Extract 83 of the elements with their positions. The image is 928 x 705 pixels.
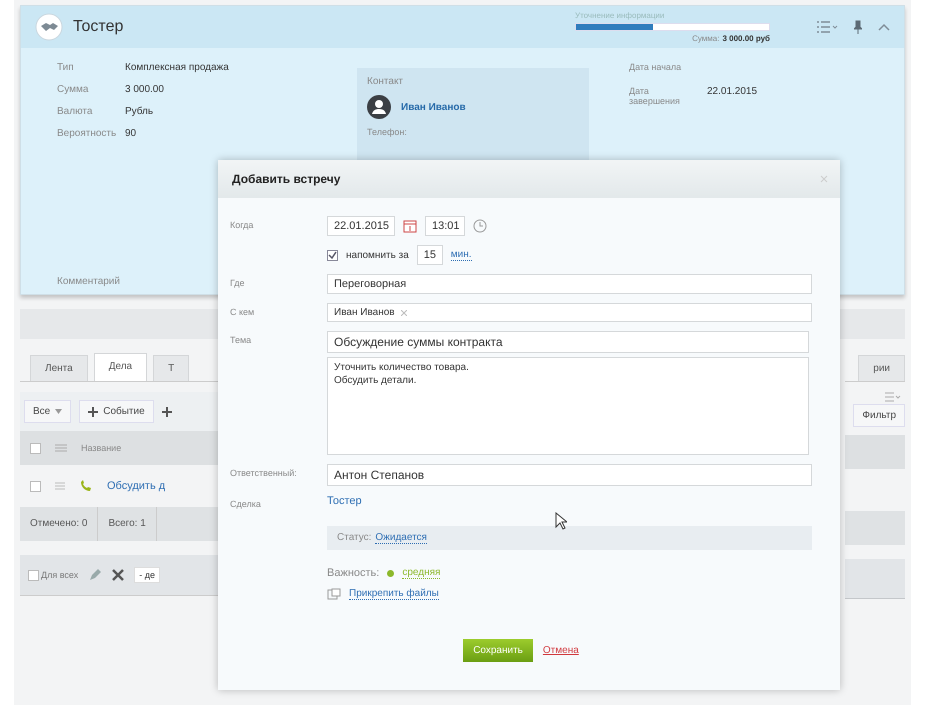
reminder-label: напомнить за [346,250,409,260]
deal-link[interactable]: Тостер [327,495,812,507]
tab[interactable]: рии [858,355,905,381]
for-all-label: Для всех [41,570,78,580]
cursor-icon [555,512,567,530]
close-icon[interactable] [820,175,828,183]
comment-label: Комментарий [57,276,120,287]
field-label: Валюта [57,106,94,117]
attach-icon[interactable] [327,588,341,600]
filter-button[interactable]: Фильтр [853,404,905,427]
participants-field[interactable]: Иван Иванов [327,303,812,322]
for-all-checkbox[interactable] [28,570,39,580]
row-checkbox[interactable] [30,480,41,492]
table-footer [845,511,905,545]
select-all-checkbox[interactable] [30,442,41,454]
sum-label: Сумма: [692,34,720,43]
field-label: Тип [57,62,75,73]
field-label: Тема [230,334,252,345]
date-field[interactable]: 22.01.2015 [327,216,395,236]
stage-label: Уточнение информации [575,11,666,20]
remove-icon[interactable] [400,310,407,316]
cancel-link[interactable]: Отмена [542,645,579,656]
responsible-field[interactable]: Антон Степанов [327,464,812,486]
reminder-minutes-field[interactable]: 15 [416,245,443,265]
time-field[interactable]: 13:01 [425,216,465,236]
date-label: Дата начала [629,62,682,72]
field-label: Сделка [230,498,262,509]
actions-bar [845,559,905,599]
collapse-icon[interactable] [878,23,890,31]
location-field[interactable]: Переговорная [327,274,812,294]
date-label: Дата завершения [629,86,681,106]
table-header [845,435,905,469]
add-event-button[interactable]: Событие [79,400,154,423]
total-count: Всего: 1 [98,507,157,541]
field-label: Вероятность [57,128,118,139]
calendar-icon[interactable] [403,219,417,233]
reminder-checkbox[interactable] [327,250,338,260]
status-link[interactable]: Ожидается [375,532,427,544]
tab[interactable]: Лента [30,355,88,381]
plus-icon [88,406,98,416]
tab[interactable]: Т [153,355,190,381]
priority-label: Важность: [327,567,380,579]
phone-label: Телефон: [367,127,408,137]
description-field[interactable]: Уточнить количество товара. Обсудить детали. [327,357,809,455]
plus-icon[interactable] [162,406,172,416]
pin-icon[interactable] [854,20,862,34]
contact-heading: Контакт [367,76,404,87]
date-value: 22.01.2015 [707,86,758,97]
clock-icon[interactable] [473,219,487,233]
priority-dot-icon [387,570,394,576]
field-value: 90 [125,128,136,139]
participant-name: Иван Иванов [334,307,395,318]
field-label: С кем [230,306,256,317]
deal-title: Тостер [73,18,124,36]
field-label: Где [230,277,246,288]
field-label: Сумма [57,84,90,95]
tab[interactable]: Дела [94,353,148,381]
task-link[interactable]: Обсудить д [107,480,166,492]
caret-icon [55,409,62,414]
list-menu-icon[interactable] [816,20,838,34]
contact-name-link[interactable]: Иван Иванов [401,102,466,112]
action-select[interactable]: - де [134,567,160,583]
sum-value: 3 000.00 руб [722,34,770,43]
subject-field[interactable]: Обсуждение суммы контракта [327,331,809,353]
field-label: Ответственный: [230,467,298,478]
checked-count: Отмечено: 0 [20,507,98,541]
grid-settings-icon[interactable] [885,392,901,402]
pencil-icon[interactable] [88,568,102,582]
phone-icon [79,479,93,493]
field-label: Когда [230,219,254,230]
dialog-title: Добавить встречу [232,172,340,186]
field-value: Комплексная продажа [125,62,229,73]
delete-icon[interactable] [112,569,124,581]
field-value: 3 000.00 [125,84,164,95]
columns-icon[interactable] [55,444,67,452]
attach-files-link[interactable]: Прикрепить файлы [349,588,439,600]
status-label: Статус: [337,532,372,544]
avatar-icon [367,95,391,119]
filter-dropdown[interactable]: Все [24,400,72,423]
menu-icon[interactable] [55,482,65,490]
column-header: Название [81,443,122,453]
unit-link[interactable]: мин. [450,249,472,261]
field-value: Рубль [125,106,154,117]
